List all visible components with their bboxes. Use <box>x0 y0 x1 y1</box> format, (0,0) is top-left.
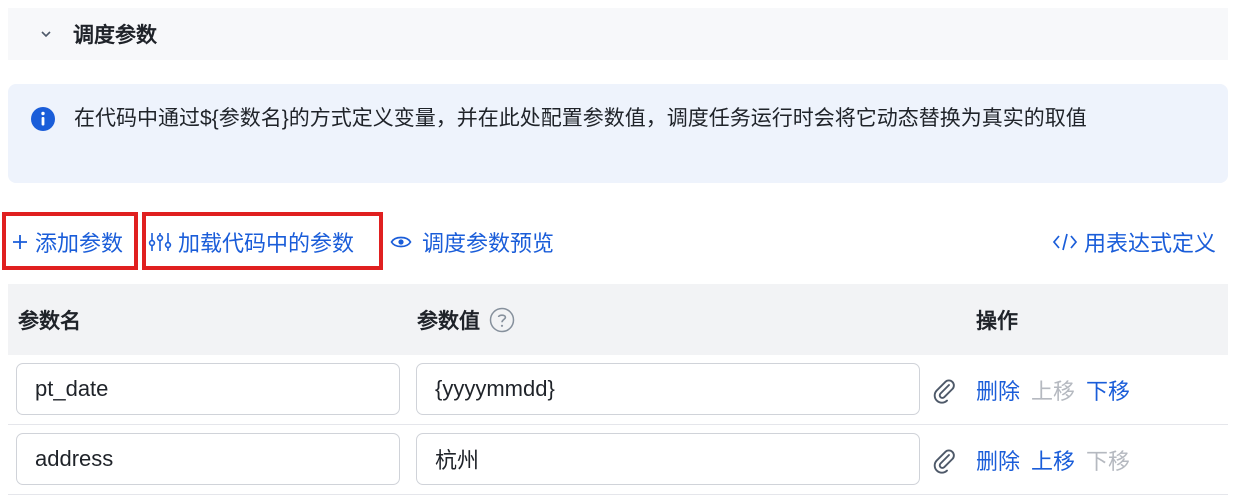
paperclip-icon[interactable] <box>930 376 958 404</box>
preview-label: 调度参数预览 <box>422 231 555 256</box>
row-actions: 删除 上移 下移 <box>976 355 1141 425</box>
header-value: 参数值 <box>417 309 480 333</box>
move-up-button[interactable]: 上移 <box>1031 444 1075 476</box>
plus-icon <box>11 233 29 251</box>
info-icon <box>31 107 55 131</box>
expression-button[interactable]: 用表达式定义 <box>1052 212 1216 272</box>
delete-button[interactable]: 删除 <box>976 374 1020 406</box>
header-actions: 操作 <box>976 309 1018 333</box>
param-value-input[interactable]: {yyyymmdd} <box>416 363 920 415</box>
load-params-label: 加载代码中的参数 <box>178 231 355 256</box>
param-toolbar: 添加参数 加载代码中的参数 调度参数预览 用表达式定义 <box>0 212 1238 272</box>
info-alert: 在代码中通过${参数名}的方式定义变量，并在此处配置参数值，调度任务运行时会将它… <box>8 84 1228 183</box>
help-icon[interactable] <box>489 307 515 333</box>
table-row: pt_date {yyyymmdd} 删除 上移 下移 <box>8 355 1228 425</box>
move-up-button[interactable]: 上移 <box>1031 374 1075 406</box>
code-icon <box>1052 232 1078 252</box>
expression-label: 用表达式定义 <box>1084 231 1217 256</box>
param-value-input[interactable]: 杭州 <box>416 433 920 485</box>
move-down-button[interactable]: 下移 <box>1086 444 1130 476</box>
move-down-button[interactable]: 下移 <box>1086 374 1130 406</box>
section-title: 调度参数 <box>73 24 157 47</box>
sliders-icon <box>148 231 172 253</box>
delete-button[interactable]: 删除 <box>976 444 1020 476</box>
params-table: 参数名 参数值 操作 pt_date {yyyymmdd} 删除 上移 下移 a… <box>8 284 1228 495</box>
load-params-button[interactable]: 加载代码中的参数 <box>148 212 354 272</box>
preview-button[interactable]: 调度参数预览 <box>390 212 554 272</box>
param-name-input[interactable]: address <box>16 433 400 485</box>
paperclip-icon[interactable] <box>930 446 958 474</box>
chevron-down-icon[interactable] <box>36 24 56 44</box>
table-header: 参数名 参数值 操作 <box>8 284 1228 355</box>
header-value-wrap: 参数值 <box>417 284 515 355</box>
info-text: 在代码中通过${参数名}的方式定义变量，并在此处配置参数值，调度任务运行时会将它… <box>74 107 1087 130</box>
add-param-label: 添加参数 <box>35 231 124 256</box>
row-actions: 删除 上移 下移 <box>976 425 1141 495</box>
table-row: address 杭州 删除 上移 下移 <box>8 425 1228 495</box>
eye-icon <box>390 234 412 250</box>
param-name-input[interactable]: pt_date <box>16 363 400 415</box>
add-param-button[interactable]: 添加参数 <box>11 212 123 272</box>
header-name: 参数名 <box>18 309 81 333</box>
section-header[interactable]: 调度参数 <box>8 8 1228 60</box>
